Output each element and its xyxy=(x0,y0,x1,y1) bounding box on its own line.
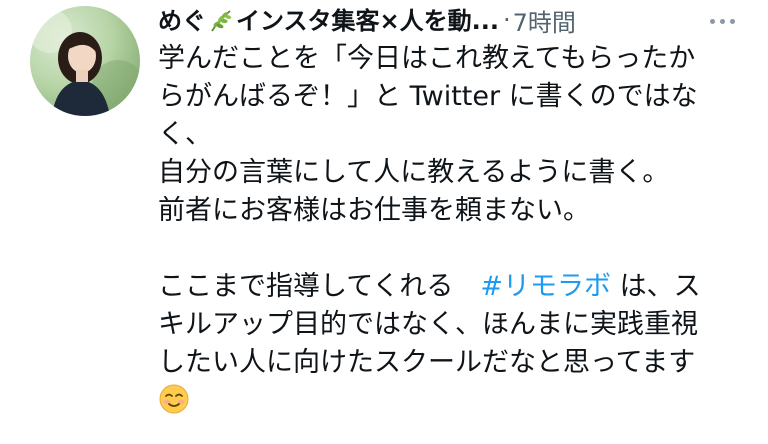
more-dot xyxy=(709,18,715,24)
tweet-line: 学んだことを「今日はこれ教えてもらったか xyxy=(158,43,696,74)
tweet-card: SNSmarketing めぐ インスタ集客×人を動... · 7時間 学んだこ… xyxy=(0,0,768,444)
tweet-timestamp[interactable]: 7時間 xyxy=(513,3,576,38)
more-dot xyxy=(719,18,725,24)
more-options-icon[interactable] xyxy=(702,6,742,36)
tweet-line-with-hashtag: ここまで指導してくれる #リモラボ は、ス xyxy=(158,268,758,306)
time-separator: · xyxy=(502,6,511,34)
profile-photo-icon xyxy=(30,9,140,116)
tweet-line: 前者にお客様はお仕事を頼まない。 xyxy=(158,195,590,226)
leaf-icon xyxy=(208,7,234,39)
hashtag-link[interactable]: #リモラボ xyxy=(480,271,611,302)
author-name-suffix: インスタ集客×人を動... xyxy=(236,7,499,35)
smiling-face-icon xyxy=(158,383,190,426)
tweet-text-segment: ここまで指導してくれる xyxy=(158,271,481,302)
tweet-header: めぐ インスタ集客×人を動... · 7時間 xyxy=(158,2,758,38)
tweet-line: キルアップ目的ではなく、ほんまに実践重視 xyxy=(158,309,698,340)
more-dot xyxy=(729,18,735,24)
tweet-line: らがんばるぞ！」と Twitter に書くのではな xyxy=(158,81,698,112)
tweet-line: したい人に向けたスクールだなと思ってます xyxy=(158,347,696,378)
tweet-line: く、 xyxy=(158,119,212,150)
author-name[interactable]: めぐ インスタ集客×人を動... xyxy=(158,1,499,39)
avatar[interactable]: SNSmarketing xyxy=(30,6,140,116)
tweet-text: 学んだことを「今日はこれ教えてもらったか らがんばるぞ！」と Twitter に… xyxy=(158,40,758,420)
author-name-prefix: めぐ xyxy=(158,7,206,35)
tweet-text-segment: は、ス xyxy=(611,271,701,302)
tweet-line: 自分の言葉にして人に教えるように書く。 xyxy=(158,157,670,188)
tweet-line-emoji xyxy=(158,382,758,420)
